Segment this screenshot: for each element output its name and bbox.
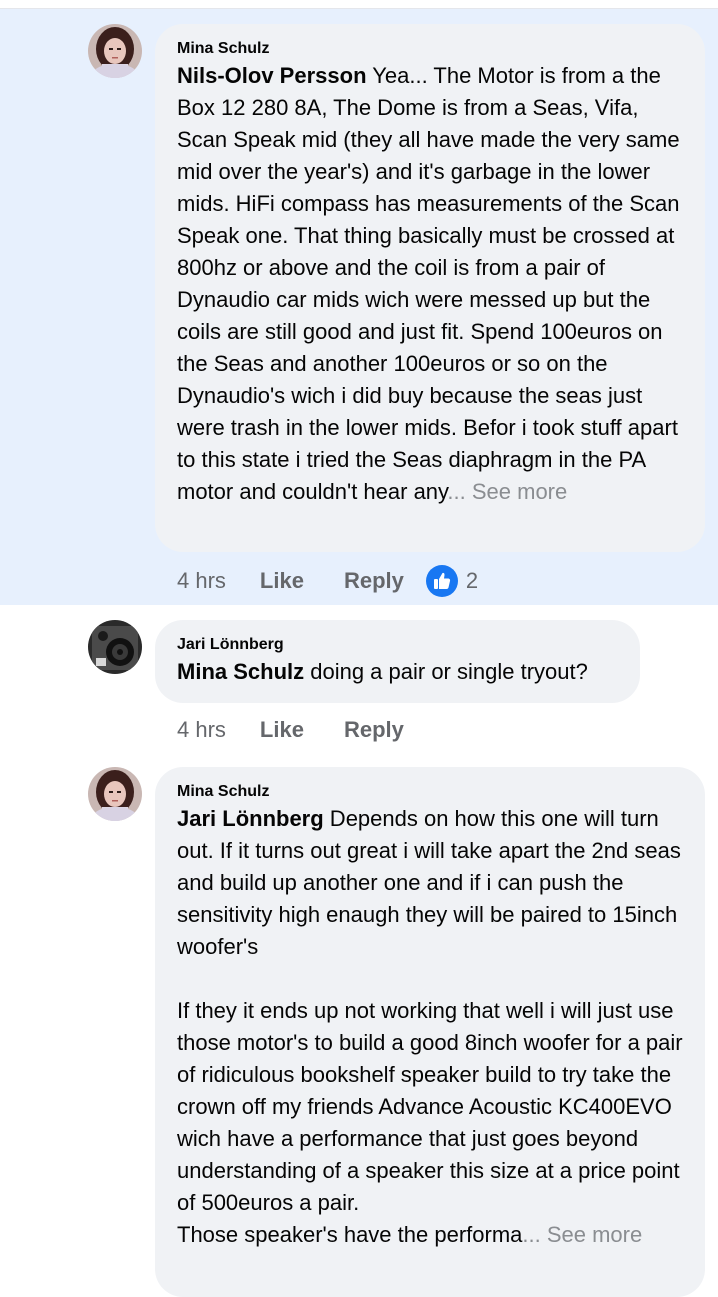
comment-bubble: Mina Schulz Nils-Olov Persson Yea... The… — [155, 24, 705, 552]
top-divider — [0, 0, 718, 9]
comment-author[interactable]: Jari Lönnberg — [177, 636, 618, 654]
comment-text: Jari Lönnberg Depends on how this one wi… — [177, 803, 683, 1251]
comment-body: Yea... The Motor is from a the Box 12 28… — [177, 63, 680, 504]
avatar[interactable] — [88, 767, 142, 821]
comment-bubble: Jari Lönnberg Mina Schulz doing a pair o… — [155, 620, 640, 703]
comment-paragraph-1: Jari Lönnberg Depends on how this one wi… — [177, 803, 683, 963]
comment-body-tail: Those speaker's have the performa — [177, 1222, 523, 1247]
comment-paragraph-3: Those speaker's have the performa... See… — [177, 1222, 642, 1247]
reply-button[interactable]: Reply — [344, 717, 404, 743]
like-button[interactable]: Like — [260, 568, 304, 594]
comment-body: doing a pair or single tryout? — [304, 659, 588, 684]
reaction-count: 2 — [465, 568, 479, 593]
comment-actions: 4 hrs Like Reply — [177, 714, 444, 746]
comment-paragraph-2: If they it ends up not working that well… — [177, 998, 683, 1215]
comment-text: Mina Schulz doing a pair or single tryou… — [177, 656, 618, 688]
comment-bubble: Mina Schulz Jari Lönnberg Depends on how… — [155, 767, 705, 1297]
comment-author[interactable]: Mina Schulz — [177, 40, 683, 58]
comment-time[interactable]: 4 hrs — [177, 568, 226, 594]
comment-actions: 4 hrs Like Reply 2 — [177, 565, 478, 597]
reply-button[interactable]: Reply — [344, 568, 404, 594]
see-more-link[interactable]: ... See more — [447, 479, 567, 504]
mention-link[interactable]: Jari Lönnberg — [177, 806, 324, 831]
mention-link[interactable]: Nils-Olov Persson — [177, 63, 367, 88]
reaction-summary[interactable]: 2 — [425, 565, 479, 597]
comment-time[interactable]: 4 hrs — [177, 717, 226, 743]
avatar[interactable] — [88, 620, 142, 674]
comment-author[interactable]: Mina Schulz — [177, 783, 683, 801]
see-more-link[interactable]: ... See more — [522, 1222, 642, 1247]
avatar[interactable] — [88, 24, 142, 78]
thumbs-up-icon — [425, 565, 458, 597]
comment-text: Nils-Olov Persson Yea... The Motor is fr… — [177, 60, 683, 508]
like-button[interactable]: Like — [260, 717, 304, 743]
mention-link[interactable]: Mina Schulz — [177, 659, 304, 684]
